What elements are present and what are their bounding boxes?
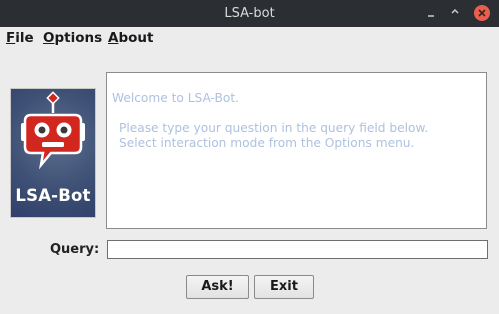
title-bar: LSA-bot: [0, 0, 499, 27]
exit-button[interactable]: Exit: [254, 275, 314, 299]
close-icon[interactable]: [474, 5, 490, 21]
menu-about-mnemonic: A: [108, 30, 119, 46]
lsa-bot-logo: LSA-Bot: [10, 88, 96, 218]
menu-options-label: ptions: [54, 30, 103, 46]
maximize-icon[interactable]: [446, 4, 464, 22]
menu-options-mnemonic: O: [43, 30, 55, 46]
query-input[interactable]: [107, 240, 488, 259]
menu-options[interactable]: Options: [43, 30, 102, 46]
menu-file[interactable]: File: [6, 30, 34, 46]
menu-about-label: bout: [118, 30, 154, 46]
instruction-line-2: Select interaction mode from the Options…: [119, 136, 415, 150]
robot-speech-bubble-icon: [21, 91, 85, 170]
menu-file-mnemonic: F: [6, 30, 16, 46]
instruction-line-1: Please type your question in the query f…: [119, 121, 429, 135]
query-label: Query:: [50, 242, 100, 257]
minimize-icon[interactable]: [422, 4, 440, 22]
menu-file-label: ile: [15, 30, 34, 46]
ask-button[interactable]: Ask!: [186, 275, 249, 299]
conversation-output[interactable]: Welcome to LSA-Bot. Please type your que…: [106, 72, 487, 229]
menu-about[interactable]: About: [108, 30, 153, 46]
logo-text: LSA-Bot: [15, 186, 91, 205]
welcome-message: Welcome to LSA-Bot.: [112, 91, 239, 105]
menu-bar: File Options About: [0, 27, 499, 49]
